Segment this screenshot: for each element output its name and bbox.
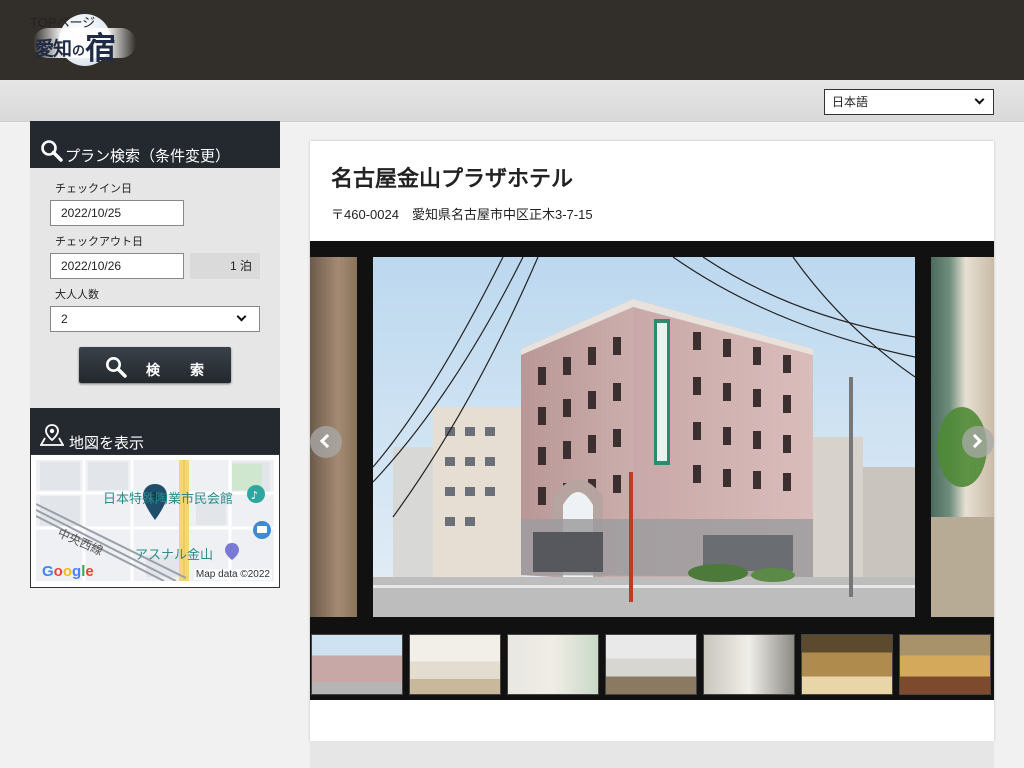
google-logo: Google	[42, 563, 94, 580]
svg-text:♪: ♪	[251, 489, 258, 502]
chevron-down-icon	[974, 94, 985, 105]
photo-gallery	[310, 241, 994, 700]
chevron-left-icon	[319, 433, 335, 449]
top-page-link[interactable]: TOPページ	[30, 12, 95, 31]
site-header	[0, 0, 1024, 80]
search-icon	[41, 140, 63, 162]
checkin-label: チェックイン日	[55, 182, 132, 195]
search-button-label: 検 索	[146, 363, 212, 379]
hotel-address: 〒460-0024 愛知県名古屋市中区正木3-7-15	[331, 204, 593, 223]
search-button[interactable]: 検 索	[79, 347, 231, 383]
map-attribution: Map data ©2022	[193, 569, 272, 580]
map-panel-title: 地図を表示	[69, 434, 145, 452]
map-view[interactable]: ♪ 日本特殊陶業市民会館 中央西線 アスナル金山 Google Map data…	[36, 460, 274, 581]
map-pin-icon	[40, 424, 64, 446]
hotel-postal: 〒460-0024	[331, 207, 399, 222]
gallery-thumbnail[interactable]	[899, 634, 991, 695]
gallery-prev-button[interactable]	[310, 426, 342, 458]
checkout-date-input[interactable]: 2022/10/26	[50, 253, 184, 279]
gallery-thumbnail[interactable]	[801, 634, 893, 695]
chevron-down-icon	[236, 311, 247, 322]
gallery-next-button[interactable]	[962, 426, 994, 458]
chevron-right-icon	[967, 433, 983, 449]
map-label-hall: 日本特殊陶業市民会館	[103, 492, 234, 507]
gallery-thumbnail[interactable]	[507, 634, 599, 695]
hotel-name: 名古屋金山プラザホテル	[331, 167, 574, 192]
search-icon	[106, 357, 127, 378]
hotel-street-address: 愛知県名古屋市中区正木3-7-15	[411, 207, 593, 222]
checkout-label: チェックアウト日	[55, 235, 143, 248]
checkin-date-input[interactable]: 2022/10/25	[50, 200, 184, 226]
search-panel-title: プラン検索（条件変更）	[65, 147, 231, 165]
gallery-thumbnail[interactable]	[605, 634, 697, 695]
gallery-thumbnail[interactable]	[311, 634, 403, 695]
adults-label: 大人人数	[55, 288, 99, 301]
map-panel-header: 地図を表示	[30, 408, 280, 455]
map-container: ♪ 日本特殊陶業市民会館 中央西線 アスナル金山 Google Map data…	[30, 454, 280, 588]
adults-select-value: 2	[61, 312, 68, 326]
search-panel-header: プラン検索（条件変更）	[30, 121, 280, 168]
gallery-thumbnail[interactable]	[409, 634, 501, 695]
gallery-thumbnail[interactable]	[703, 634, 795, 695]
language-select-value: 日本語	[832, 95, 869, 109]
map-label-mall: アスナル金山	[135, 548, 214, 563]
language-select[interactable]: 日本語	[824, 89, 994, 115]
gallery-image-main[interactable]	[373, 257, 915, 617]
nights-count: 1 泊	[190, 253, 260, 279]
adults-select[interactable]: 2	[50, 306, 260, 332]
